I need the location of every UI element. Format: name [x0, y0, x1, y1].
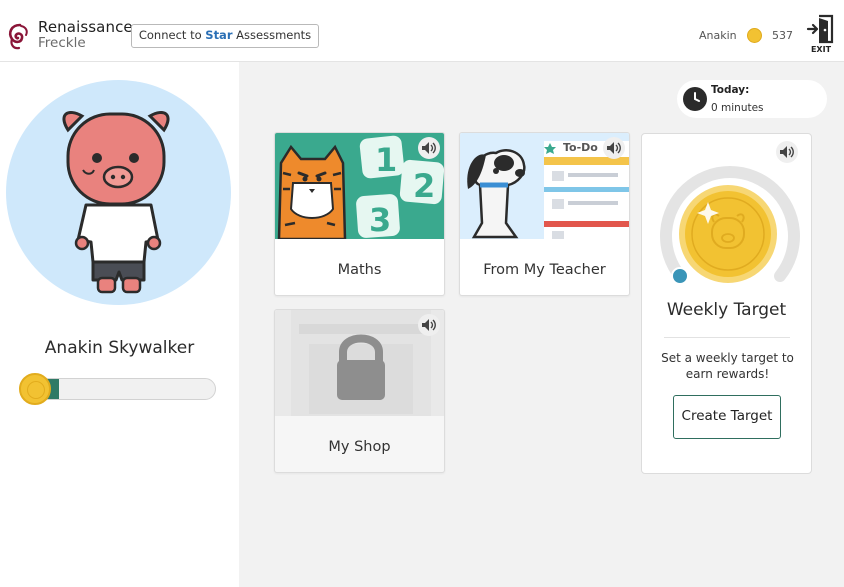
today-time-badge: Today: 0 minutes: [677, 80, 827, 118]
svg-text:2: 2: [413, 167, 435, 205]
user-name: Anakin: [699, 29, 737, 42]
today-value: 0 minutes: [711, 102, 764, 114]
create-target-button[interactable]: Create Target: [673, 395, 781, 439]
divider: [664, 337, 790, 338]
weekly-target-audio-button[interactable]: [776, 141, 798, 163]
weekly-target-description: Set a weekly target to earn rewards!: [661, 351, 794, 381]
main-area: Today: 0 minutes 1 2 3 Maths To-Do From …: [239, 62, 844, 587]
profile-sidebar: Anakin Skywalker: [0, 62, 239, 587]
svg-text:3: 3: [369, 201, 391, 239]
shop-audio-button[interactable]: [418, 314, 440, 336]
connect-prefix: Connect to: [138, 28, 202, 42]
speaker-icon: [422, 142, 436, 154]
level-progress-bar: [26, 378, 216, 400]
pig-avatar-icon: [62, 111, 170, 294]
from-my-teacher-label: From My Teacher: [483, 262, 606, 278]
clock-icon: [683, 87, 707, 111]
my-shop-label: My Shop: [328, 439, 391, 455]
student-name: Anakin Skywalker: [44, 338, 195, 358]
coin-icon: [19, 373, 51, 405]
exit-door-icon: [806, 14, 834, 44]
renaissance-logo-icon: [8, 23, 28, 50]
maths-label: Maths: [337, 262, 382, 278]
maths-card[interactable]: 1 2 3 Maths: [274, 132, 445, 296]
brand-name: Renaissance: [38, 18, 133, 36]
svg-text:1: 1: [375, 141, 397, 179]
weekly-target-card: Weekly Target Set a weekly target to ear…: [641, 133, 812, 474]
coin-count: 537: [772, 29, 793, 42]
from-my-teacher-card[interactable]: To-Do From My Teacher: [459, 132, 630, 296]
coin-icon: [747, 28, 762, 43]
weekly-target-title: Weekly Target: [666, 300, 787, 320]
target-gauge-icon: [660, 166, 800, 285]
exit-button[interactable]: EXIT: [806, 14, 836, 56]
todo-label: To-Do: [563, 141, 598, 154]
avatar[interactable]: [6, 80, 231, 305]
my-shop-card[interactable]: My Shop: [274, 309, 445, 473]
top-bar: Renaissance Freckle Connect to Star Asse…: [0, 0, 844, 62]
product-name: Freckle: [38, 35, 86, 51]
speaker-icon: [780, 146, 794, 158]
speaker-icon: [607, 142, 621, 154]
connect-star-button[interactable]: Connect to Star Assessments: [131, 24, 319, 48]
teacher-audio-button[interactable]: [603, 137, 625, 159]
exit-label: EXIT: [810, 45, 832, 54]
speaker-icon: [422, 319, 436, 331]
maths-audio-button[interactable]: [418, 137, 440, 159]
today-label: Today:: [711, 84, 750, 96]
connect-suffix: Assessments: [236, 28, 312, 42]
connect-star-word: Star: [205, 28, 233, 42]
